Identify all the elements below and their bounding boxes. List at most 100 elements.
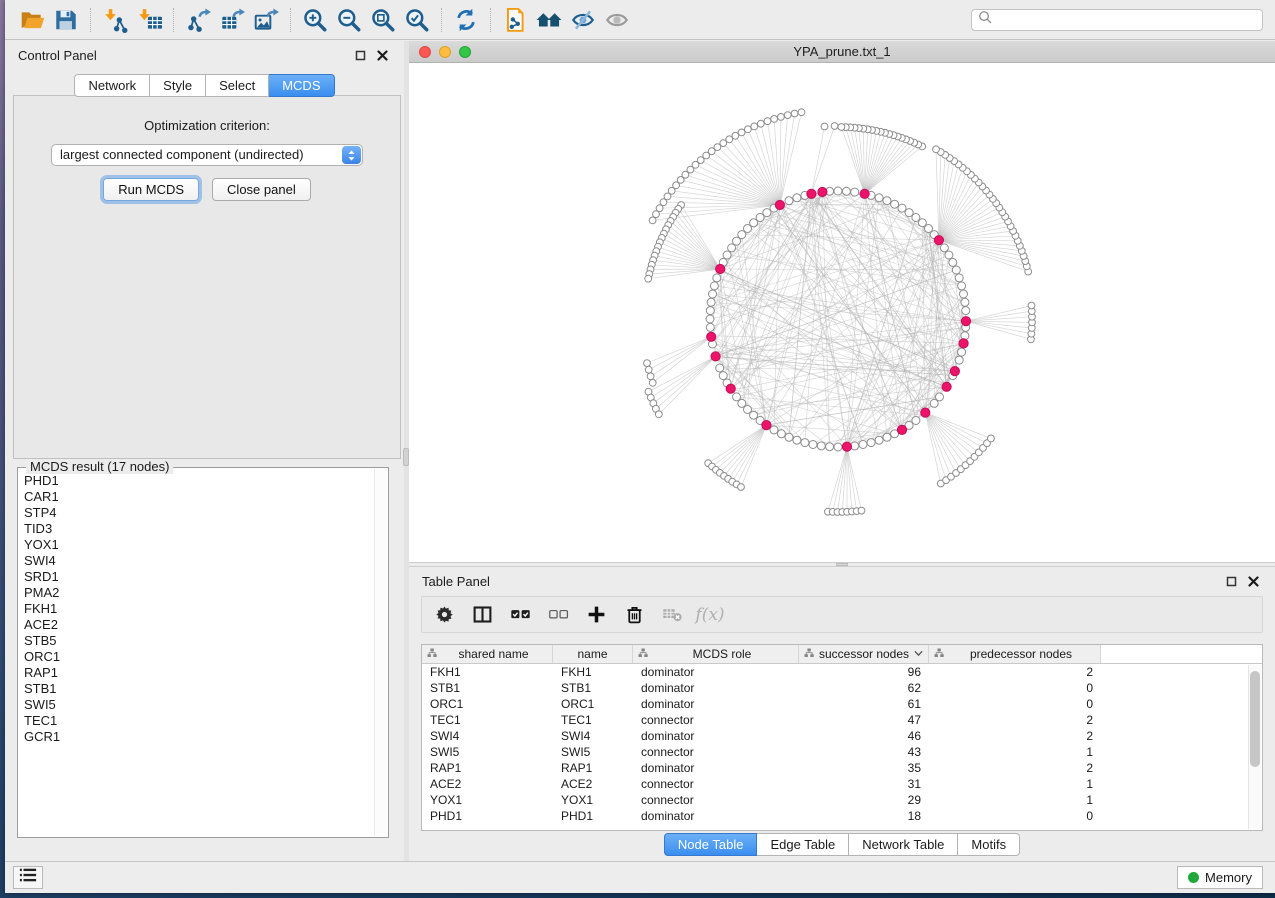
cell[interactable]: SWI4 [422, 728, 553, 744]
run-mcds-button[interactable]: Run MCDS [103, 178, 199, 201]
table-row[interactable]: STB1STB1dominator620 [422, 680, 1262, 696]
cell[interactable]: PHD1 [553, 808, 633, 824]
delete-row-icon[interactable] [622, 604, 646, 625]
cell[interactable]: 1 [929, 776, 1101, 792]
window-close-light[interactable] [419, 46, 431, 58]
cell[interactable]: YOX1 [422, 792, 553, 808]
close-panel-button[interactable]: Close panel [212, 178, 311, 201]
cell[interactable]: 2 [929, 664, 1101, 680]
cell[interactable]: ACE2 [553, 776, 633, 792]
refresh-icon[interactable] [449, 3, 483, 37]
import-table-icon[interactable] [132, 3, 166, 37]
mcds-result-item[interactable]: STB5 [24, 633, 371, 649]
cell[interactable]: TEC1 [553, 712, 633, 728]
cell[interactable]: PHD1 [422, 808, 553, 824]
mcds-result-item[interactable]: SWI5 [24, 697, 371, 713]
cell[interactable]: ORC1 [553, 696, 633, 712]
cell[interactable]: dominator [633, 760, 799, 776]
select-all-icon[interactable] [508, 604, 532, 625]
window-zoom-light[interactable] [459, 46, 471, 58]
column-header-shared-name[interactable]: shared name [422, 645, 553, 663]
cell[interactable]: connector [633, 776, 799, 792]
search-box[interactable] [971, 9, 1263, 31]
vertical-splitter-handle[interactable] [403, 448, 409, 466]
mcds-result-item[interactable]: TEC1 [24, 713, 371, 729]
home-icon[interactable] [532, 3, 566, 37]
cell[interactable]: 2 [929, 728, 1101, 744]
close-table-panel-icon[interactable] [1248, 576, 1259, 587]
cell[interactable]: 47 [799, 712, 929, 728]
mcds-result-item[interactable]: PMA2 [24, 585, 371, 601]
mcds-result-item[interactable]: STB1 [24, 681, 371, 697]
import-network-icon[interactable] [98, 3, 132, 37]
cell[interactable]: 1 [929, 792, 1101, 808]
cell[interactable]: SWI4 [553, 728, 633, 744]
network-from-file-icon[interactable] [498, 3, 532, 37]
table-row[interactable]: ACE2ACE2connector311 [422, 776, 1262, 792]
table-row[interactable]: RAP1RAP1dominator352 [422, 760, 1262, 776]
search-input[interactable] [996, 11, 1262, 29]
cell[interactable]: connector [633, 792, 799, 808]
cell[interactable]: FKH1 [553, 664, 633, 680]
tab-select[interactable]: Select [206, 74, 269, 97]
cell[interactable]: SWI5 [422, 744, 553, 760]
cell[interactable]: 1 [929, 744, 1101, 760]
cell[interactable]: dominator [633, 680, 799, 696]
tab-mcds[interactable]: MCDS [269, 74, 334, 97]
table-row[interactable]: SWI4SWI4dominator462 [422, 728, 1262, 744]
float-table-panel-icon[interactable] [1226, 576, 1237, 587]
horizontal-splitter-handle[interactable] [836, 563, 848, 566]
column-header-successor-nodes[interactable]: successor nodes [799, 645, 929, 663]
cell[interactable]: 35 [799, 760, 929, 776]
cell[interactable]: ORC1 [422, 696, 553, 712]
cell[interactable]: 62 [799, 680, 929, 696]
zoom-fit-icon[interactable] [366, 3, 400, 37]
cell[interactable]: connector [633, 744, 799, 760]
save-session-icon[interactable] [49, 3, 83, 37]
zoom-in-icon[interactable] [298, 3, 332, 37]
cell[interactable]: 31 [799, 776, 929, 792]
tab-node-table[interactable]: Node Table [664, 833, 758, 856]
settings-icon[interactable] [432, 604, 456, 625]
mcds-result-item[interactable]: RAP1 [24, 665, 371, 681]
mcds-result-item[interactable]: FKH1 [24, 601, 371, 617]
cell[interactable]: 2 [929, 712, 1101, 728]
cell[interactable]: SWI5 [553, 744, 633, 760]
mcds-result-item[interactable]: YOX1 [24, 537, 371, 553]
table-row[interactable]: PHD1PHD1dominator180 [422, 808, 1262, 824]
mcds-list-scrollbar[interactable] [374, 469, 387, 836]
tab-edge-table[interactable]: Edge Table [757, 833, 849, 856]
mcds-result-item[interactable]: TID3 [24, 521, 371, 537]
table-row[interactable]: ORC1ORC1dominator610 [422, 696, 1262, 712]
table-scrollbar-thumb[interactable] [1250, 671, 1260, 767]
mcds-result-item[interactable]: PHD1 [24, 473, 371, 489]
export-network-icon[interactable] [181, 3, 215, 37]
table-row[interactable]: YOX1YOX1connector291 [422, 792, 1262, 808]
mcds-result-item[interactable]: SRD1 [24, 569, 371, 585]
mcds-result-item[interactable]: SWI4 [24, 553, 371, 569]
zoom-selected-icon[interactable] [400, 3, 434, 37]
mcds-result-item[interactable]: ACE2 [24, 617, 371, 633]
column-header-MCDS-role[interactable]: MCDS role [633, 645, 799, 663]
mcds-result-item[interactable]: ORC1 [24, 649, 371, 665]
sort-chevron-icon[interactable] [914, 647, 923, 661]
cell[interactable]: dominator [633, 728, 799, 744]
cell[interactable]: connector [633, 712, 799, 728]
export-table-icon[interactable] [215, 3, 249, 37]
cell[interactable]: 43 [799, 744, 929, 760]
cell[interactable]: 18 [799, 808, 929, 824]
cell[interactable]: STB1 [422, 680, 553, 696]
table-row[interactable]: FKH1FKH1dominator962 [422, 664, 1262, 680]
show-graphics-icon[interactable] [600, 3, 634, 37]
cell[interactable]: 96 [799, 664, 929, 680]
cell[interactable]: dominator [633, 808, 799, 824]
table-row[interactable]: TEC1TEC1connector472 [422, 712, 1262, 728]
cell[interactable]: RAP1 [422, 760, 553, 776]
export-image-icon[interactable] [249, 3, 283, 37]
cell[interactable]: dominator [633, 664, 799, 680]
hide-graphics-icon[interactable] [566, 3, 600, 37]
cell[interactable]: FKH1 [422, 664, 553, 680]
mcds-result-item[interactable]: STP4 [24, 505, 371, 521]
memory-button[interactable]: Memory [1177, 866, 1263, 889]
deselect-all-icon[interactable] [546, 604, 570, 625]
